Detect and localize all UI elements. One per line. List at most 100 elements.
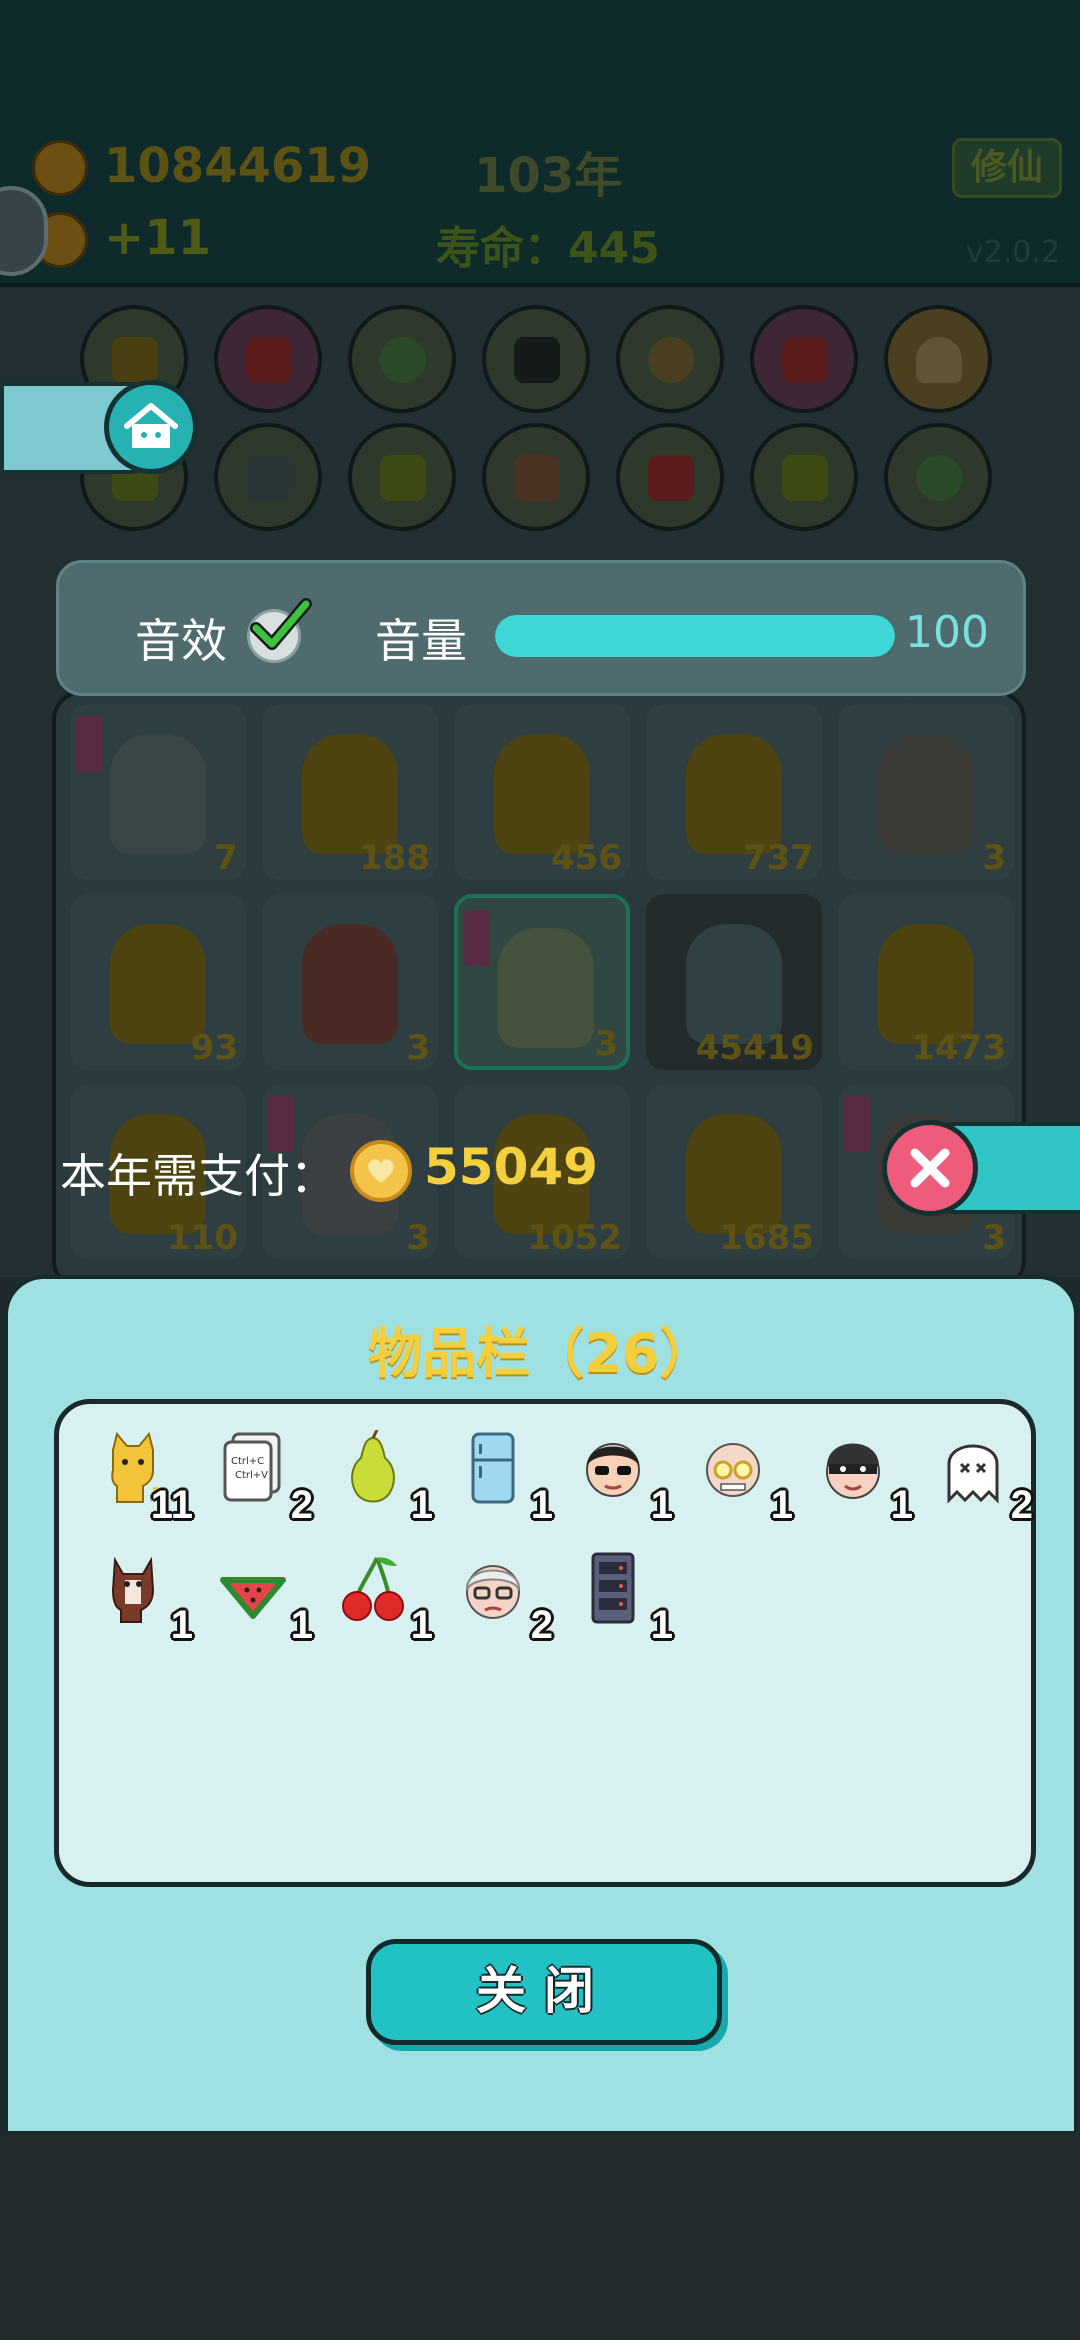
- xiuxian-button[interactable]: 修仙: [952, 138, 1062, 198]
- payment-amount: 55049: [424, 1138, 598, 1196]
- inventory-slot[interactable]: Ctrl+C Ctrl+V 2: [195, 1418, 315, 1538]
- grid-cell-count: 3: [982, 1218, 1006, 1258]
- grid-cell[interactable]: 737: [646, 704, 822, 880]
- sound-effect-label: 音效: [135, 614, 227, 668]
- coin-total: 10844619: [104, 138, 372, 194]
- volume-label: 音量: [375, 614, 467, 668]
- inventory-slot[interactable]: 1: [315, 1418, 435, 1538]
- inventory-title: 物品栏（26）: [368, 1322, 714, 1385]
- cherry-icon: [339, 1550, 407, 1626]
- inventory-slot-count: 2: [1010, 1483, 1033, 1527]
- shop-item-leaf-icon-2[interactable]: [348, 423, 456, 531]
- pear-icon: [339, 1429, 407, 1506]
- shop-item-shell-icon[interactable]: [884, 305, 992, 413]
- tag-icon: [76, 716, 102, 772]
- shop-item-fries-icon-2[interactable]: [750, 305, 858, 413]
- grid-cell-count: 45419: [695, 1028, 814, 1068]
- coin-icon: [32, 140, 88, 196]
- home-button[interactable]: [104, 380, 198, 474]
- thief-icon: [819, 1430, 887, 1506]
- cat-icon: [878, 924, 974, 1044]
- grid-cell[interactable]: 456: [454, 704, 630, 880]
- lifespan-display: 寿命：445: [436, 223, 660, 274]
- copy-paste-icon: Ctrl+C Ctrl+V: [219, 1430, 287, 1506]
- grid-cell-count: 7: [214, 838, 238, 878]
- grid-cell[interactable]: 188: [262, 704, 438, 880]
- man-sunglasses-icon: [579, 1430, 647, 1506]
- shop-item-refresh-icon[interactable]: [884, 423, 992, 531]
- shop-item-fries-icon[interactable]: [214, 305, 322, 413]
- grid-cell[interactable]: 3: [838, 704, 1014, 880]
- inventory-slot[interactable]: 2: [915, 1418, 1035, 1538]
- fridge-icon: [459, 1430, 527, 1506]
- close-icon[interactable]: [882, 1120, 978, 1216]
- grid-cell-count: 1473: [911, 1028, 1006, 1068]
- settings-bar: 音效 音量 100: [56, 560, 1026, 696]
- grid-cell-count: 737: [743, 838, 814, 878]
- grid-cell[interactable]: 3: [262, 894, 438, 1070]
- svg-text:Ctrl+C: Ctrl+C: [231, 1456, 264, 1467]
- inventory-slot[interactable]: 1: [195, 1538, 315, 1658]
- inventory-slot-count: 1: [410, 1483, 433, 1527]
- grid-cell[interactable]: 7: [70, 704, 246, 880]
- year-display: 103年: [474, 148, 623, 204]
- inventory-slot[interactable]: 1: [795, 1418, 915, 1538]
- inventory-slot-count: 1: [170, 1603, 193, 1647]
- cat-icon: [686, 1114, 782, 1234]
- thief-icon: [878, 734, 974, 854]
- inventory-slot-count: 1: [650, 1603, 673, 1647]
- fridge-icon: [686, 924, 782, 1044]
- inventory-slot[interactable]: 1: [675, 1418, 795, 1538]
- watermelon-icon: [219, 1550, 287, 1626]
- inventory-slot[interactable]: 1: [75, 1538, 195, 1658]
- bald-old-man-icon: [699, 1430, 767, 1506]
- inventory-slot[interactable]: 1: [315, 1538, 435, 1658]
- ghost-icon: [110, 734, 206, 854]
- bottom-area: [0, 2135, 1080, 2340]
- shop-item-basket-icon[interactable]: [482, 423, 590, 531]
- cat-icon: [494, 734, 590, 854]
- inventory-slot[interactable]: 1: [555, 1538, 675, 1658]
- grid-cell[interactable]: 3: [454, 894, 630, 1070]
- inventory-slot-count: 11: [150, 1483, 193, 1527]
- shop-item-face-icon[interactable]: [616, 305, 724, 413]
- inventory-slot-count: 1: [410, 1603, 433, 1647]
- inventory-slot-count: 1: [290, 1603, 313, 1647]
- inventory-slot[interactable]: 1: [435, 1418, 555, 1538]
- dog-icon: [99, 1550, 167, 1626]
- grid-cell-count: 3: [594, 1024, 618, 1064]
- inventory-slot[interactable]: 2: [435, 1538, 555, 1658]
- inventory-slot[interactable]: 1: [555, 1418, 675, 1538]
- close-button[interactable]: 关闭: [366, 1939, 722, 2045]
- grid-cell-count: 456: [551, 838, 622, 878]
- version-label: v2.0.2: [965, 235, 1060, 270]
- shop-item-leaf-icon-3[interactable]: [750, 423, 858, 531]
- shop-item-recycle-icon[interactable]: [348, 305, 456, 413]
- volume-value: 100: [905, 607, 989, 658]
- grid-cell[interactable]: 1473: [838, 894, 1014, 1070]
- cat-icon: [110, 924, 206, 1044]
- grid-cell-count: 3: [406, 1028, 430, 1068]
- heart-coin-icon: [350, 1140, 412, 1202]
- server-icon: [579, 1550, 647, 1626]
- ghost-icon: [939, 1430, 1007, 1506]
- copy-icon: [498, 928, 594, 1048]
- grid-cell-count: 1052: [527, 1218, 622, 1258]
- grandpa-icon: [459, 1550, 527, 1626]
- shop-row-2: [80, 423, 1000, 535]
- shop-item-skip-icon[interactable]: [214, 423, 322, 531]
- grid-cell-count: 188: [359, 838, 430, 878]
- inventory-slot[interactable]: 11: [75, 1418, 195, 1538]
- volume-slider[interactable]: [495, 615, 895, 657]
- sound-effect-checkbox[interactable]: [247, 598, 312, 663]
- shop-item-fries-icon-3[interactable]: [616, 423, 724, 531]
- grid-cell[interactable]: 93: [70, 894, 246, 1070]
- shop-item-delete-icon[interactable]: [482, 305, 590, 413]
- home-icon: [124, 403, 178, 448]
- inventory-list: 11 Ctrl+C Ctrl+V 2 1 1 1 1 1 2 1 1 1 2 1: [54, 1399, 1036, 1887]
- volume-slider-fill: [495, 615, 895, 657]
- inventory-slot-count: 1: [650, 1483, 673, 1527]
- grid-cell-count: 3: [406, 1218, 430, 1258]
- grid-cell[interactable]: 1685: [646, 1084, 822, 1260]
- grid-cell[interactable]: 45419: [646, 894, 822, 1070]
